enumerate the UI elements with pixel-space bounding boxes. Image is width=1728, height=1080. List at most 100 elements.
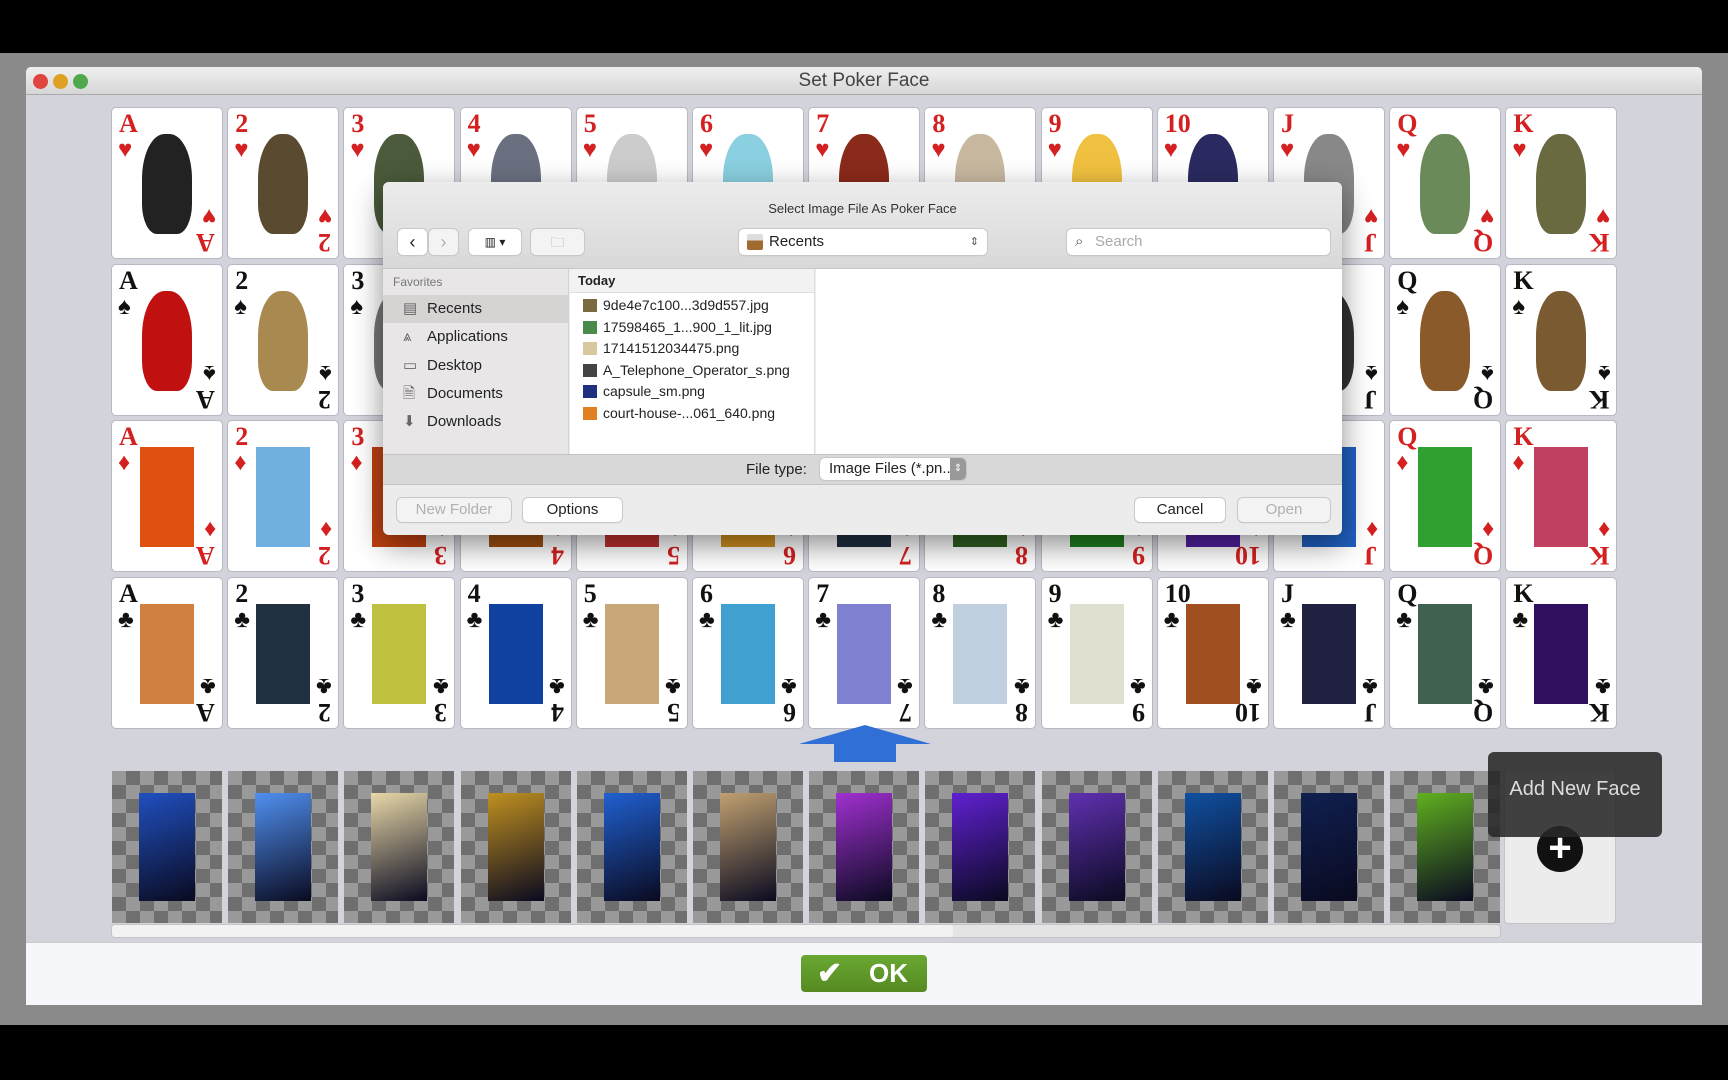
face-tile[interactable] (460, 771, 571, 923)
card-a-diamonds[interactable]: A ♦ ♦ A (112, 421, 222, 571)
scrollbar-thumb[interactable] (112, 925, 953, 937)
hearts-suit-icon: ♥ (1280, 136, 1295, 163)
file-item[interactable]: 17141512034475.png (573, 338, 739, 359)
card-5-clubs[interactable]: 5 ♣ ♣ 5 (576, 577, 687, 728)
zoom-window-button[interactable] (73, 74, 88, 89)
minimize-window-button[interactable] (53, 74, 68, 89)
hearts-suit-icon: ♥ (466, 136, 481, 163)
clubs-suit-icon: ♣ (432, 672, 449, 700)
card-3-clubs[interactable]: 3 ♣ ♣ 3 (344, 577, 455, 728)
card-9-clubs[interactable]: 9 ♣ ♣ 9 (1041, 577, 1152, 728)
file-thumbnail-icon (583, 406, 597, 420)
ok-button[interactable]: ✔ OK (801, 955, 927, 992)
clubs-suit-icon: ♣ (1512, 605, 1529, 633)
card-rank-inverted: 3 (434, 541, 448, 570)
card-face-image (258, 290, 309, 391)
sidebar: Favorites ▤ Recents ⩓ Applications ▭ Desktop 🗎… (383, 269, 569, 454)
sidebar-item-label: Downloads (427, 413, 502, 431)
card-2-spades[interactable]: 2 ♠ ♠ 2 (228, 264, 339, 415)
new-folder-toolbar-button[interactable]: 🗀 (531, 229, 584, 255)
card-rank-inverted: 2 (318, 384, 332, 414)
clubs-suit-icon: ♣ (350, 605, 367, 633)
sidebar-item-recents[interactable]: ▤ Recents (383, 295, 569, 323)
back-button[interactable]: ‹ (398, 229, 427, 255)
file-type-select[interactable]: Image Files (*.pn... ⇕ (820, 458, 966, 480)
card-4-clubs[interactable]: 4 ♣ ♣ 4 (460, 577, 571, 728)
file-thumbnail-icon (583, 342, 597, 355)
file-name: 17141512034475.png (603, 340, 740, 356)
card-k-diamonds[interactable]: K ♦ ♦ K (1506, 421, 1617, 571)
face-tile[interactable] (228, 771, 339, 923)
face-tile[interactable] (1274, 771, 1384, 923)
face-tile[interactable] (809, 771, 920, 923)
card-8-clubs[interactable]: 8 ♣ ♣ 8 (925, 577, 1036, 728)
spades-suit-icon: ♠ (319, 359, 333, 387)
card-rank: 5 (583, 109, 597, 138)
face-image (1068, 793, 1125, 901)
card-rank: Q (1397, 578, 1418, 608)
card-rank-inverted: 4 (550, 697, 564, 727)
forward-button[interactable]: › (429, 229, 458, 255)
file-item[interactable]: 9de4e7c100...3d9d557.jpg (573, 295, 769, 316)
card-2-diamonds[interactable]: 2 ♦ ♦ 2 (228, 421, 339, 571)
file-item[interactable]: A_Telephone_Operator_s.png (573, 360, 790, 381)
card-a-spades[interactable]: A ♠ ♠ A (112, 264, 222, 415)
sidebar-item-desktop[interactable]: ▭ Desktop (383, 352, 569, 380)
file-item[interactable]: capsule_sm.png (573, 381, 705, 402)
card-q-clubs[interactable]: Q ♣ ♣ Q (1390, 577, 1501, 728)
card-2-clubs[interactable]: 2 ♣ ♣ 2 (228, 577, 339, 728)
card-10-clubs[interactable]: 10 ♣ ♣ 10 (1157, 577, 1268, 728)
card-rank: 6 (700, 109, 713, 138)
face-tile[interactable] (112, 771, 222, 923)
hearts-suit-icon: ♥ (350, 136, 365, 163)
card-rank: A (119, 109, 138, 138)
card-k-hearts[interactable]: K ♥ ♥ K (1506, 108, 1617, 258)
sidebar-item-applications[interactable]: ⩓ Applications (383, 323, 569, 351)
close-window-button[interactable] (33, 74, 48, 89)
spades-suit-icon: ♠ (1365, 359, 1378, 387)
card-rank: 2 (235, 265, 249, 295)
file-thumbnail-icon (583, 299, 597, 312)
card-2-hearts[interactable]: 2 ♥ ♥ 2 (228, 108, 339, 258)
card-k-clubs[interactable]: K ♣ ♣ K (1506, 577, 1617, 728)
card-rank-inverted: 7 (899, 541, 913, 570)
file-item[interactable]: court-house-...061_640.png (573, 403, 775, 424)
clubs-suit-icon: ♣ (466, 605, 483, 633)
card-6-clubs[interactable]: 6 ♣ ♣ 6 (693, 577, 803, 728)
view-mode-button[interactable]: ▥ ▾ (469, 229, 521, 255)
card-face-image (256, 603, 311, 704)
search-input[interactable]: ⌕ Search (1067, 229, 1330, 255)
face-tile[interactable] (1390, 771, 1501, 923)
card-rank: 4 (467, 578, 481, 608)
face-tile[interactable] (925, 771, 1036, 923)
sidebar-item-documents[interactable]: 🗎 Documents (383, 380, 569, 408)
card-rank: K (1513, 422, 1534, 451)
card-a-clubs[interactable]: A ♣ ♣ A (112, 577, 222, 728)
card-q-spades[interactable]: Q ♠ ♠ Q (1390, 264, 1501, 415)
spades-suit-icon: ♠ (350, 292, 364, 320)
face-strip-scrollbar[interactable] (112, 925, 1500, 937)
hearts-suit-icon: ♥ (815, 136, 830, 163)
clubs-suit-icon: ♣ (234, 605, 250, 633)
open-button[interactable]: Open (1238, 498, 1330, 522)
face-image (1184, 793, 1241, 901)
card-a-hearts[interactable]: A ♥ ♥ A (112, 108, 222, 258)
card-q-diamonds[interactable]: Q ♦ ♦ Q (1390, 421, 1501, 571)
sidebar-item-downloads[interactable]: ⬇ Downloads (383, 408, 569, 436)
face-tile[interactable] (693, 771, 803, 923)
clubs-suit-icon: ♣ (1163, 605, 1180, 633)
face-tile[interactable] (1157, 771, 1268, 923)
card-j-clubs[interactable]: J ♣ ♣ J (1274, 577, 1384, 728)
card-k-spades[interactable]: K ♠ ♠ K (1506, 264, 1617, 415)
new-folder-button[interactable]: New Folder (397, 498, 511, 522)
options-button[interactable]: Options (523, 498, 622, 522)
location-popup[interactable]: Recents ⇕ (739, 229, 987, 255)
face-tile[interactable] (1041, 771, 1152, 923)
face-tile[interactable] (576, 771, 687, 923)
cancel-button[interactable]: Cancel (1135, 498, 1225, 522)
clubs-suit-icon: ♣ (1280, 605, 1296, 633)
face-tile[interactable] (344, 771, 455, 923)
file-item[interactable]: 17598465_1...900_1_lit.jpg (573, 317, 772, 338)
card-7-clubs[interactable]: 7 ♣ ♣ 7 (809, 577, 920, 728)
card-q-hearts[interactable]: Q ♥ ♥ Q (1390, 108, 1501, 258)
